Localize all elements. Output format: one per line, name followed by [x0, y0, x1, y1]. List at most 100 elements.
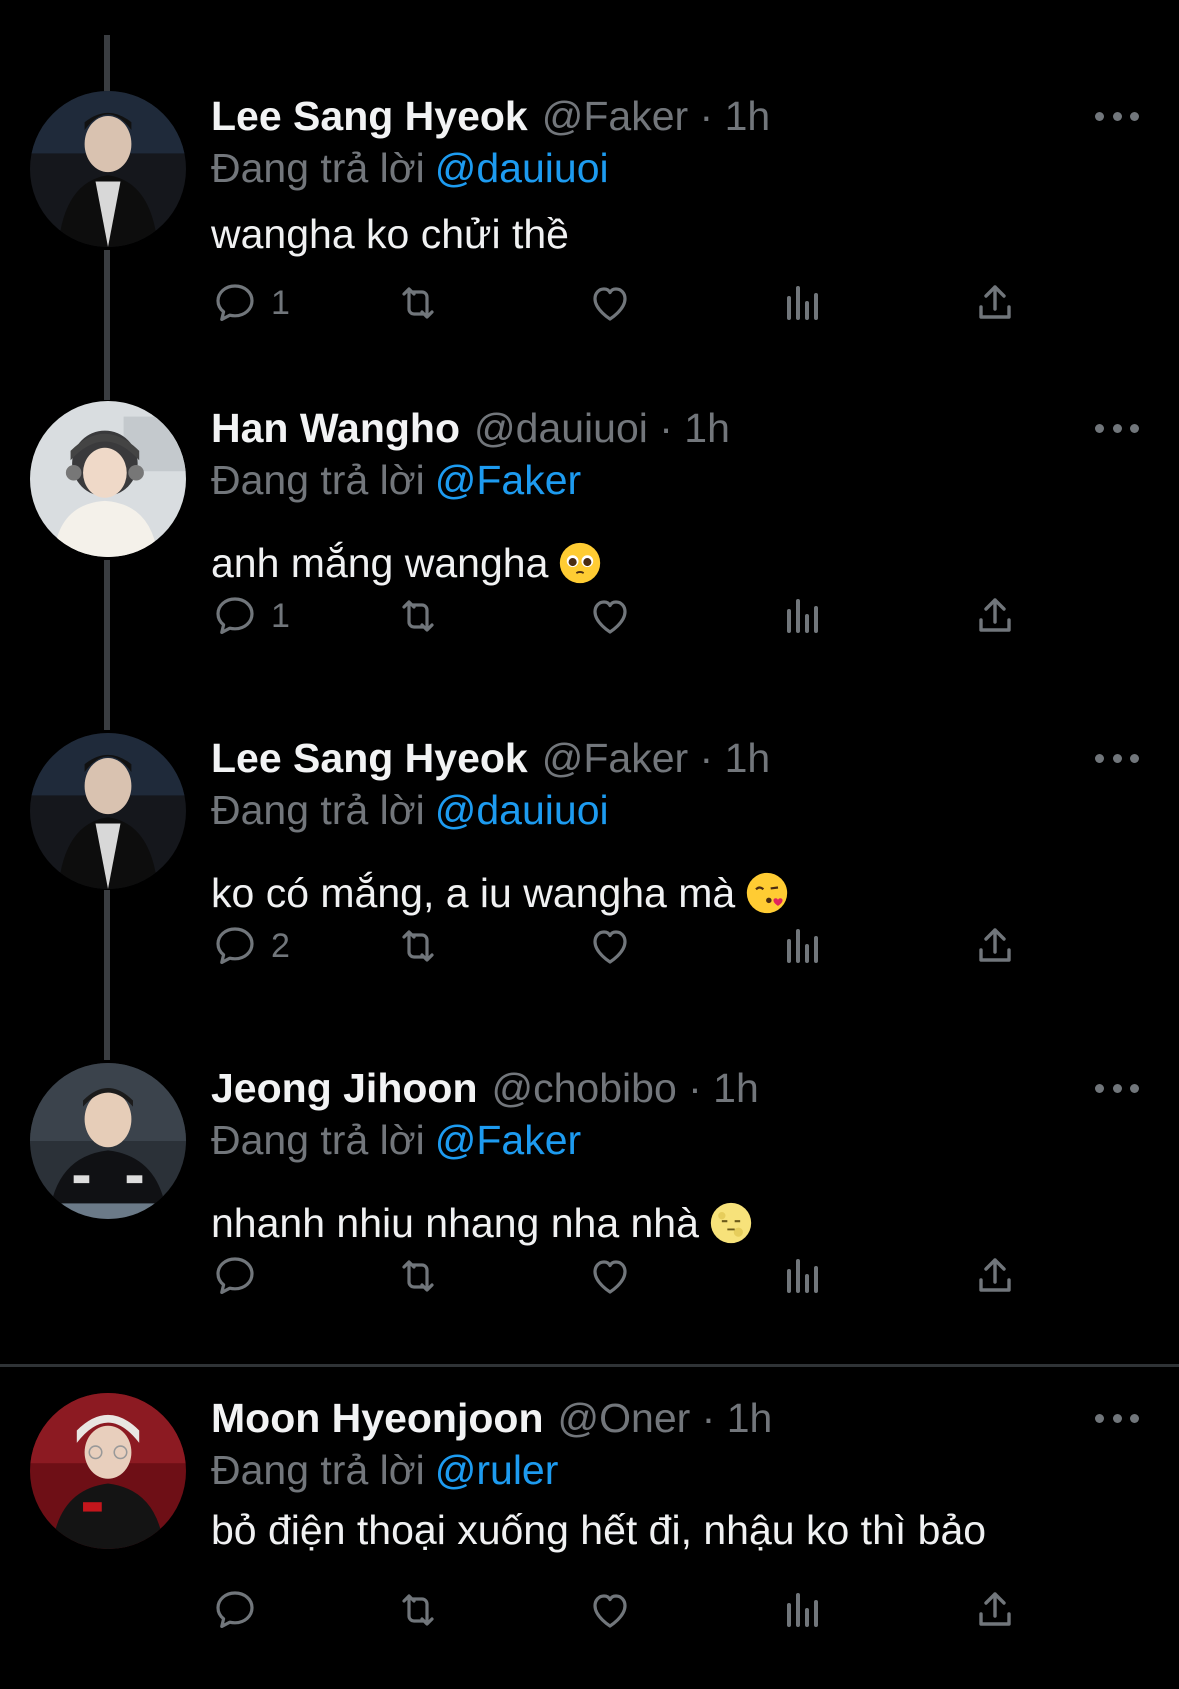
action-bar: 1: [211, 586, 1061, 646]
mention-link[interactable]: @Faker: [435, 1117, 581, 1163]
display-name[interactable]: Jeong Jihoon: [211, 1065, 478, 1111]
tweet-header: Jeong Jihoon @chobibo · 1h: [211, 1058, 759, 1118]
replying-to: Đang trả lời @dauiuoi: [211, 138, 609, 198]
like-button[interactable]: [586, 1246, 634, 1306]
reply-button[interactable]: 2: [211, 916, 290, 976]
tweet-header: Lee Sang Hyeok @Faker · 1h: [211, 728, 770, 788]
views-button[interactable]: [779, 586, 827, 646]
replying-label: Đang trả lời: [211, 145, 425, 191]
replying-label: Đang trả lời: [211, 457, 425, 503]
like-icon: [593, 930, 627, 964]
tweet-text-content: ko có mắng, a iu wangha mà: [211, 870, 736, 916]
more-icon[interactable]: [1095, 86, 1139, 146]
reply-button[interactable]: 1: [211, 586, 290, 646]
avatar[interactable]: [30, 401, 186, 557]
tweet[interactable]: Han Wangho @dauiuoi · 1h Đang trả lời @Fak…: [0, 398, 1179, 698]
tweet[interactable]: Moon Hyeonjoon @Oner · 1h Đang trả lời @ru…: [0, 1388, 1179, 1688]
retweet-icon: [402, 1260, 434, 1292]
tweet-text: anh mắng wangha: [211, 533, 602, 593]
share-button[interactable]: [971, 916, 1019, 976]
like-button[interactable]: [586, 273, 634, 333]
like-button[interactable]: [586, 916, 634, 976]
reply-icon: [216, 284, 254, 321]
mention-link[interactable]: @ruler: [435, 1447, 559, 1493]
views-button[interactable]: [779, 916, 827, 976]
retweet-button[interactable]: [394, 586, 442, 646]
replying-label: Đang trả lời: [211, 1117, 425, 1163]
handle-time: @Oner · 1h: [557, 1395, 773, 1441]
more-icon[interactable]: [1095, 1058, 1139, 1118]
replying-to: Đang trả lời @dauiuoi: [211, 780, 609, 840]
mention-link[interactable]: @dauiuoi: [435, 145, 609, 191]
mention-link[interactable]: @dauiuoi: [435, 787, 609, 833]
action-bar: 2: [211, 916, 1061, 976]
views-button[interactable]: [779, 1246, 827, 1306]
tweet-text: nhanh nhiu nhang nha nhà: [211, 1193, 753, 1253]
reply-icon: [216, 1257, 254, 1294]
handle-time: @Faker · 1h: [541, 93, 771, 139]
thread-divider: [0, 1364, 1179, 1367]
reply-button[interactable]: [211, 1580, 259, 1640]
views-button[interactable]: [779, 273, 827, 333]
tweet-text: ko có mắng, a iu wangha mà: [211, 863, 789, 923]
avatar[interactable]: [30, 733, 186, 889]
share-button[interactable]: [971, 1246, 1019, 1306]
tweet-header: Lee Sang Hyeok @Faker · 1h: [211, 86, 770, 146]
more-icon[interactable]: [1095, 1388, 1139, 1448]
like-icon: [593, 600, 627, 634]
reply-button[interactable]: [211, 1246, 259, 1306]
tweet[interactable]: Jeong Jihoon @chobibo · 1h Đang trả lời @F…: [0, 1058, 1179, 1358]
display-name[interactable]: Moon Hyeonjoon: [211, 1395, 544, 1441]
like-button[interactable]: [586, 586, 634, 646]
action-bar: [211, 1580, 1061, 1640]
views-icon: [787, 599, 818, 633]
retweet-button[interactable]: [394, 916, 442, 976]
tweet-text-content: anh mắng wangha: [211, 540, 549, 586]
views-icon: [787, 929, 818, 963]
replying-to: Đang trả lời @ruler: [211, 1440, 558, 1500]
reply-icon: [216, 597, 254, 634]
reply-count: 2: [271, 926, 290, 965]
like-button[interactable]: [586, 1580, 634, 1640]
share-icon: [979, 1258, 1011, 1292]
action-bar: [211, 1246, 1061, 1306]
retweet-button[interactable]: [394, 1246, 442, 1306]
avatar[interactable]: [30, 1393, 186, 1549]
handle-time: @dauiuoi · 1h: [474, 405, 730, 451]
tweet-text: bỏ điện thoại xuống hết đi, nhậu ko thì …: [211, 1500, 986, 1560]
moon-face-emoji: [710, 1202, 752, 1244]
views-button[interactable]: [779, 1580, 827, 1640]
share-button[interactable]: [971, 273, 1019, 333]
tweet-header: Han Wangho @dauiuoi · 1h: [211, 398, 730, 458]
replying-to: Đang trả lời @Faker: [211, 1110, 581, 1170]
display-name[interactable]: Lee Sang Hyeok: [211, 735, 528, 781]
share-icon: [979, 285, 1011, 319]
reply-count: 1: [271, 283, 290, 322]
mention-link[interactable]: @Faker: [435, 457, 581, 503]
retweet-button[interactable]: [394, 1580, 442, 1640]
avatar[interactable]: [30, 1063, 186, 1219]
replying-label: Đang trả lời: [211, 1447, 425, 1493]
more-icon[interactable]: [1095, 398, 1139, 458]
share-button[interactable]: [971, 586, 1019, 646]
handle-time: @chobibo · 1h: [491, 1065, 759, 1111]
handle-time: @Faker · 1h: [541, 735, 771, 781]
tweet-header: Moon Hyeonjoon @Oner · 1h: [211, 1388, 772, 1448]
retweet-button[interactable]: [394, 273, 442, 333]
like-icon: [593, 287, 627, 321]
reply-button[interactable]: 1: [211, 273, 290, 333]
tweet-text-content: bỏ điện thoại xuống hết đi, nhậu ko thì …: [211, 1507, 987, 1553]
display-name[interactable]: Han Wangho: [211, 405, 460, 451]
tweet[interactable]: Lee Sang Hyeok @Faker · 1h Đang trả lời @d…: [0, 728, 1179, 1028]
display-name[interactable]: Lee Sang Hyeok: [211, 93, 528, 139]
share-button[interactable]: [971, 1580, 1019, 1640]
retweet-icon: [402, 1594, 434, 1626]
more-icon[interactable]: [1095, 728, 1139, 788]
replying-label: Đang trả lời: [211, 787, 425, 833]
share-icon: [979, 1592, 1011, 1626]
tweet[interactable]: Lee Sang Hyeok @Faker · 1h Đang trả lời @d…: [0, 86, 1179, 376]
avatar[interactable]: [30, 91, 186, 247]
share-icon: [979, 598, 1011, 632]
pleading-face-emoji: [560, 542, 601, 584]
kissing-face-emoji: [747, 872, 788, 914]
